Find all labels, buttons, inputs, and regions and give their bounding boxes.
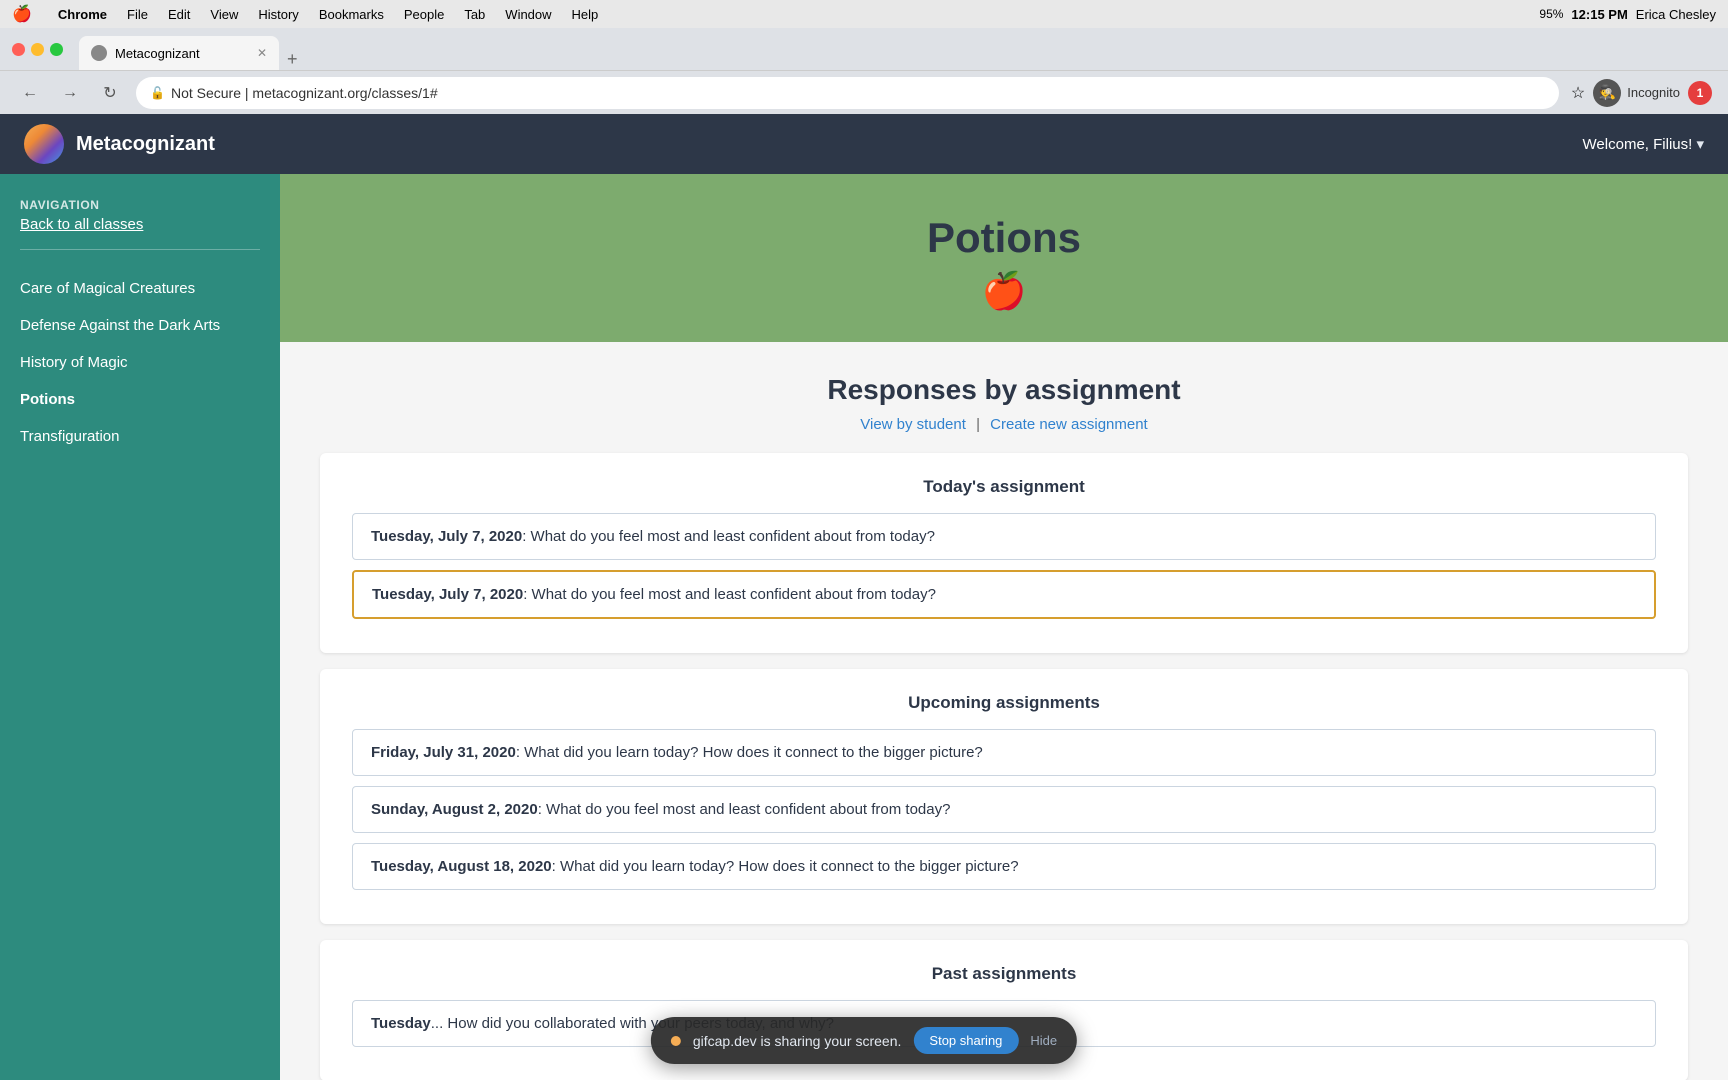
address-bar-right: ☆ 🕵 Incognito 1 [1571, 79, 1712, 107]
tab-favicon [91, 45, 107, 61]
view-by-student-link[interactable]: View by student [860, 416, 966, 433]
upcoming-assignments-title: Upcoming assignments [352, 693, 1656, 713]
welcome-prefix: Welcome, [1583, 136, 1654, 153]
url-text: Not Secure | metacognizant.org/classes/1… [171, 85, 438, 101]
menubar-help[interactable]: Help [562, 0, 609, 28]
app-header: Metacognizant Welcome, Filius! ▾ [0, 114, 1728, 174]
menubar-tab[interactable]: Tab [454, 0, 495, 28]
class-title: Potions [300, 214, 1708, 262]
menubar-bookmarks[interactable]: Bookmarks [309, 0, 394, 28]
hide-button[interactable]: Hide [1030, 1033, 1057, 1048]
upcoming-assignments-section: Upcoming assignments Friday, July 31, 20… [320, 669, 1688, 924]
content-area: Potions 🍎 Responses by assignment View b… [280, 174, 1728, 1080]
active-tab[interactable]: Metacognizant ✕ [79, 36, 279, 70]
assignment-item-highlighted[interactable]: Tuesday, July 7, 2020: What do you feel … [352, 570, 1656, 619]
maximize-window-button[interactable] [50, 43, 63, 56]
tab-title: Metacognizant [115, 46, 200, 61]
sidebar-item-potions[interactable]: Potions [0, 381, 280, 418]
menubar-history[interactable]: History [248, 0, 308, 28]
upcoming-date-2: Sunday, August 2, 2020 [371, 801, 538, 818]
assignment-text-2: : What do you feel most and least confid… [523, 586, 936, 603]
upcoming-assignment-1[interactable]: Friday, July 31, 2020: What did you lear… [352, 729, 1656, 776]
menubar: 🍎 Chrome File Edit View History Bookmark… [0, 0, 1728, 28]
upcoming-text-3: : What did you learn today? How does it … [552, 858, 1019, 875]
separator: | [976, 416, 984, 433]
bookmark-icon[interactable]: ☆ [1571, 83, 1585, 103]
todays-assignment-section: Today's assignment Tuesday, July 7, 2020… [320, 453, 1688, 653]
upcoming-assignment-2[interactable]: Sunday, August 2, 2020: What do you feel… [352, 786, 1656, 833]
sidebar-item-care-of-magical-creatures[interactable]: Care of Magical Creatures [0, 270, 280, 307]
upcoming-date-1: Friday, July 31, 2020 [371, 744, 516, 761]
apple-menu[interactable]: 🍎 [12, 4, 32, 24]
notification-badge: 1 [1688, 81, 1712, 105]
system-time: 12:15 PM [1571, 7, 1627, 22]
assignment-text: : What do you feel most and least confid… [522, 528, 935, 545]
menubar-window[interactable]: Window [495, 0, 561, 28]
menubar-people[interactable]: People [394, 0, 454, 28]
assignment-date: Tuesday, July 7, 2020 [371, 528, 522, 545]
main-layout: Navigation Back to all classes Care of M… [0, 174, 1728, 1080]
screen-share-message: gifcap.dev is sharing your screen. [693, 1033, 902, 1049]
screen-share-indicator [671, 1036, 681, 1046]
sidebar-item-defense-against-dark-arts[interactable]: Defense Against the Dark Arts [0, 307, 280, 344]
incognito-button[interactable]: 🕵 Incognito [1593, 79, 1680, 107]
address-bar: ← → ↻ 🔓 Not Secure | metacognizant.org/c… [0, 70, 1728, 114]
menubar-right: 95% 12:15 PM Erica Chesley [1539, 7, 1716, 22]
refresh-button[interactable]: ↻ [96, 79, 124, 107]
menubar-chrome[interactable]: Chrome [48, 0, 117, 28]
url-bar[interactable]: 🔓 Not Secure | metacognizant.org/classes… [136, 77, 1559, 109]
assignment-item[interactable]: Tuesday, July 7, 2020: What do you feel … [352, 513, 1656, 560]
responses-links: View by student | Create new assignment [320, 416, 1688, 433]
sidebar: Navigation Back to all classes Care of M… [0, 174, 280, 1080]
forward-button[interactable]: → [56, 79, 84, 107]
upcoming-date-3: Tuesday, August 18, 2020 [371, 858, 552, 875]
hero-banner: Potions 🍎 [280, 174, 1728, 342]
past-assignments-title: Past assignments [352, 964, 1656, 984]
screen-share-notification: gifcap.dev is sharing your screen. Stop … [651, 1017, 1077, 1064]
system-user: Erica Chesley [1636, 7, 1716, 22]
content-sections: Responses by assignment View by student … [280, 342, 1728, 1080]
welcome-message[interactable]: Welcome, Filius! ▾ [1583, 135, 1704, 153]
upcoming-text-2: : What do you feel most and least confid… [538, 801, 951, 818]
stop-sharing-button[interactable]: Stop sharing [913, 1027, 1018, 1054]
tab-close-button[interactable]: ✕ [257, 46, 267, 60]
upcoming-assignment-3[interactable]: Tuesday, August 18, 2020: What did you l… [352, 843, 1656, 890]
menubar-file[interactable]: File [117, 0, 158, 28]
battery-status: 95% [1539, 7, 1563, 21]
sidebar-divider [20, 249, 260, 250]
app-name: Metacognizant [76, 133, 215, 156]
hero-icon: 🍎 [300, 270, 1708, 312]
welcome-user: Filius! [1653, 136, 1692, 153]
new-tab-button[interactable]: + [279, 49, 306, 70]
back-button[interactable]: ← [16, 79, 44, 107]
incognito-icon: 🕵 [1593, 79, 1621, 107]
past-date-1: Tuesday [371, 1015, 431, 1032]
responses-header: Responses by assignment View by student … [320, 374, 1688, 433]
menubar-view[interactable]: View [200, 0, 248, 28]
app-logo[interactable] [24, 124, 64, 164]
back-to-classes-link[interactable]: Back to all classes [0, 216, 280, 233]
close-window-button[interactable] [12, 43, 25, 56]
security-icon: 🔓 [150, 86, 165, 100]
upcoming-text-1: : What did you learn today? How does it … [516, 744, 983, 761]
sidebar-nav-label: Navigation [0, 198, 280, 212]
traffic-lights[interactable] [12, 43, 63, 56]
minimize-window-button[interactable] [31, 43, 44, 56]
tab-bar: Metacognizant ✕ + [79, 28, 1716, 70]
responses-title: Responses by assignment [320, 374, 1688, 406]
sidebar-item-history-of-magic[interactable]: History of Magic [0, 344, 280, 381]
assignment-date-2: Tuesday, July 7, 2020 [372, 586, 523, 603]
todays-assignment-title: Today's assignment [352, 477, 1656, 497]
incognito-label: Incognito [1627, 85, 1680, 100]
browser-tab-bar: Metacognizant ✕ + [0, 28, 1728, 70]
create-new-assignment-link[interactable]: Create new assignment [990, 416, 1148, 433]
sidebar-item-transfiguration[interactable]: Transfiguration [0, 418, 280, 455]
menubar-edit[interactable]: Edit [158, 0, 200, 28]
